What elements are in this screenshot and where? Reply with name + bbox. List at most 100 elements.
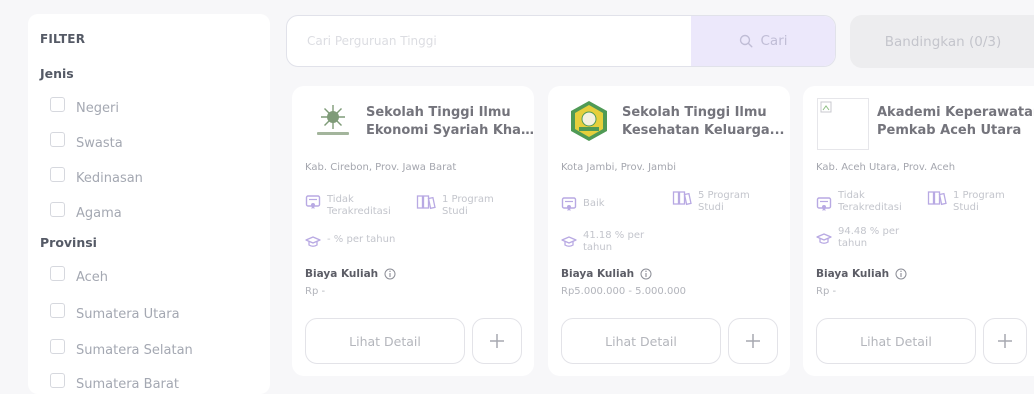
- university-name[interactable]: Sekolah Tinggi Ilmu Kesehatan Keluarga..…: [622, 104, 792, 140]
- compare-button[interactable]: Bandingkan (0/3): [850, 15, 1034, 68]
- university-logo: [310, 98, 356, 144]
- option-label: Sumatera Utara: [76, 306, 180, 322]
- fee-label: Biaya Kuliah: [561, 268, 635, 280]
- checkbox[interactable]: [50, 302, 65, 318]
- university-name-line1: Akademi Keperawatan: [877, 105, 1034, 120]
- filter-option-aceh[interactable]: Aceh: [50, 265, 108, 285]
- books-icon: [672, 191, 692, 206]
- graduation-cap-icon: [305, 236, 321, 247]
- university-card: Akademi Keperawatan Pemkab Aceh Utara Ka…: [803, 86, 1034, 376]
- detail-button[interactable]: Lihat Detail: [305, 318, 465, 364]
- books-icon: [927, 191, 947, 206]
- university-name-line1: Sekolah Tinggi Ilmu: [622, 105, 767, 120]
- graduation-line1: 41.18 % per: [583, 230, 645, 241]
- certificate-icon: [561, 197, 577, 211]
- checkbox[interactable]: [50, 96, 65, 112]
- plus-icon: [746, 334, 760, 348]
- programs-stat: 1 Program Studi: [927, 190, 1005, 214]
- accreditation-line1: Tidak: [838, 190, 865, 201]
- option-label: Aceh: [76, 269, 109, 285]
- graduation-cap-icon: [561, 236, 577, 247]
- graduation-stat: 41.18 % per tahun: [561, 230, 644, 254]
- fee-value: Rp5.000.000 - 5.000.000: [561, 286, 687, 297]
- detail-button[interactable]: Lihat Detail: [561, 318, 721, 364]
- graduation-line1: - % per tahun: [327, 234, 396, 245]
- fee-label: Biaya Kuliah: [816, 268, 890, 280]
- university-location: Kab. Cirebon, Prov. Jawa Barat: [305, 162, 457, 173]
- accreditation-line1: Tidak: [327, 194, 354, 205]
- option-label: Kedinasan: [76, 170, 143, 186]
- university-card: Sekolah Tinggi Ilmu Kesehatan Keluarga..…: [548, 86, 790, 376]
- search-button[interactable]: Cari: [691, 16, 835, 66]
- jenis-group-title: Jenis: [40, 66, 74, 81]
- fee-value: Rp -: [305, 286, 326, 297]
- detail-button[interactable]: Lihat Detail: [816, 318, 976, 364]
- programs-line1: 5 Program: [698, 190, 750, 201]
- accreditation-line2: Terakreditasi: [838, 202, 902, 213]
- accreditation-stat: Baik: [561, 196, 605, 212]
- info-icon[interactable]: [895, 268, 907, 280]
- accreditation-line2: Terakreditasi: [327, 206, 391, 217]
- programs-stat: 1 Program Studi: [416, 194, 494, 218]
- search-input[interactable]: [287, 16, 691, 66]
- programs-line1: 1 Program: [442, 194, 494, 205]
- fee-label: Biaya Kuliah: [305, 268, 379, 280]
- certificate-icon: [816, 197, 832, 211]
- search-button-label: Cari: [760, 33, 788, 49]
- university-name-line2: Pemkab Aceh Utara: [877, 123, 1022, 138]
- programs-line2: Studi: [698, 202, 724, 213]
- fee-title: Biaya Kuliah: [305, 268, 396, 280]
- filter-option-negeri[interactable]: Negeri: [50, 96, 119, 116]
- broken-image-icon: [817, 98, 869, 150]
- university-location: Kab. Aceh Utara, Prov. Aceh: [816, 162, 956, 173]
- checkbox[interactable]: [50, 265, 65, 281]
- option-label: Sumatera Barat: [76, 376, 179, 392]
- graduation-stat: 94.48 % per tahun: [816, 226, 899, 250]
- checkbox[interactable]: [50, 372, 65, 388]
- fee-title: Biaya Kuliah: [816, 268, 907, 280]
- graduation-stat: - % per tahun: [305, 234, 395, 250]
- filter-option-sumatera-barat[interactable]: Sumatera Barat: [50, 372, 179, 392]
- filter-option-sumatera-utara[interactable]: Sumatera Utara: [50, 302, 180, 322]
- provinsi-group-title: Provinsi: [40, 235, 97, 250]
- programs-line1: 1 Program: [953, 190, 1005, 201]
- filter-option-swasta[interactable]: Swasta: [50, 131, 123, 151]
- checkbox[interactable]: [50, 166, 65, 182]
- checkbox[interactable]: [50, 338, 65, 354]
- programs-line2: Studi: [442, 206, 468, 217]
- university-name[interactable]: Akademi Keperawatan Pemkab Aceh Utara: [877, 104, 1034, 140]
- graduation-line2: tahun: [838, 238, 868, 249]
- university-name-line2: Ekonomi Syariah Khas...: [366, 123, 536, 138]
- info-icon[interactable]: [640, 268, 652, 280]
- books-icon: [416, 195, 436, 210]
- university-logo: [566, 98, 612, 144]
- certificate-icon: [305, 195, 321, 209]
- add-compare-button[interactable]: [983, 318, 1027, 364]
- fee-value: Rp -: [816, 286, 837, 297]
- filter-option-kedinasan[interactable]: Kedinasan: [50, 166, 143, 186]
- checkbox[interactable]: [50, 131, 65, 147]
- programs-stat: 5 Program Studi: [672, 190, 750, 214]
- programs-line2: Studi: [953, 202, 979, 213]
- option-label: Agama: [76, 205, 122, 221]
- accreditation-stat: Tidak Terakreditasi: [305, 194, 391, 218]
- search-bar: Cari: [286, 15, 836, 67]
- checkbox[interactable]: [50, 201, 65, 217]
- option-label: Sumatera Selatan: [76, 342, 193, 358]
- info-icon[interactable]: [384, 268, 396, 280]
- add-compare-button[interactable]: [472, 318, 522, 364]
- option-label: Negeri: [76, 100, 119, 116]
- add-compare-button[interactable]: [728, 318, 778, 364]
- university-name-line1: Sekolah Tinggi Ilmu: [366, 105, 511, 120]
- search-icon: [739, 34, 753, 48]
- plus-icon: [490, 334, 504, 348]
- graduation-line2: tahun: [583, 242, 613, 253]
- accreditation-stat: Tidak Terakreditasi: [816, 190, 902, 214]
- accreditation-line1: Baik: [583, 198, 605, 209]
- university-name[interactable]: Sekolah Tinggi Ilmu Ekonomi Syariah Khas…: [366, 104, 536, 140]
- plus-icon: [998, 334, 1012, 348]
- filter-option-agama[interactable]: Agama: [50, 201, 122, 221]
- filter-option-sumatera-selatan[interactable]: Sumatera Selatan: [50, 338, 193, 358]
- university-card: Sekolah Tinggi Ilmu Ekonomi Syariah Khas…: [292, 86, 536, 376]
- filter-title: FILTER: [40, 32, 86, 46]
